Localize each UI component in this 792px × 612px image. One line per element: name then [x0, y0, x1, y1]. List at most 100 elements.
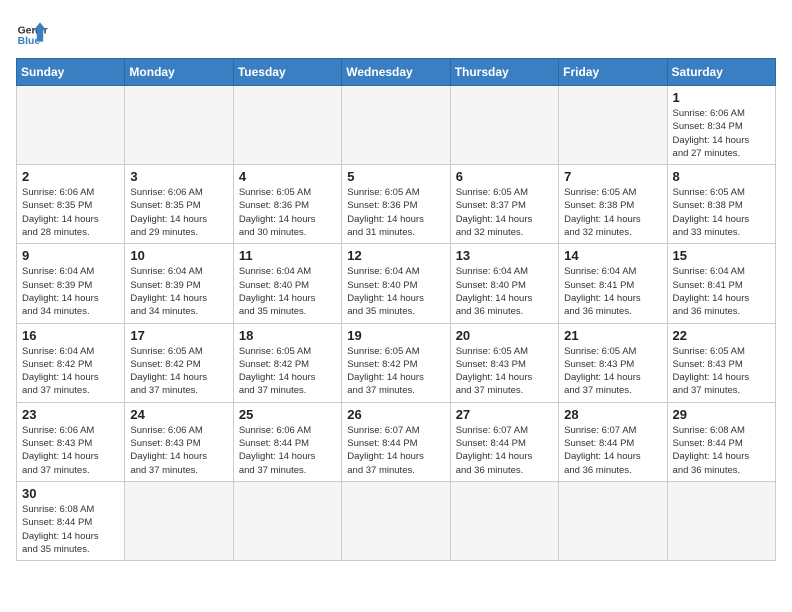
calendar-cell: 21Sunrise: 6:05 AM Sunset: 8:43 PM Dayli… [559, 323, 667, 402]
day-number: 3 [130, 169, 227, 184]
day-number: 22 [673, 328, 770, 343]
weekday-header-sunday: Sunday [17, 59, 125, 86]
calendar-cell [450, 86, 558, 165]
day-info: Sunrise: 6:04 AM Sunset: 8:40 PM Dayligh… [347, 265, 444, 318]
day-info: Sunrise: 6:05 AM Sunset: 8:42 PM Dayligh… [130, 345, 227, 398]
day-number: 16 [22, 328, 119, 343]
day-info: Sunrise: 6:07 AM Sunset: 8:44 PM Dayligh… [564, 424, 661, 477]
calendar-cell: 24Sunrise: 6:06 AM Sunset: 8:43 PM Dayli… [125, 402, 233, 481]
calendar-week-3: 9Sunrise: 6:04 AM Sunset: 8:39 PM Daylig… [17, 244, 776, 323]
day-number: 7 [564, 169, 661, 184]
calendar-cell [559, 86, 667, 165]
day-info: Sunrise: 6:05 AM Sunset: 8:37 PM Dayligh… [456, 186, 553, 239]
day-number: 29 [673, 407, 770, 422]
day-number: 17 [130, 328, 227, 343]
day-number: 26 [347, 407, 444, 422]
calendar-cell: 14 Sunrise: 6:04 AM Sunset: 8:41 PM Dayli… [559, 244, 667, 323]
weekday-header-saturday: Saturday [667, 59, 775, 86]
calendar-cell: 23 Sunrise: 6:06 AM Sunset: 8:43 PM Dayli… [17, 402, 125, 481]
day-info: Sunrise: 6:05 AM Sunset: 8:42 PM Dayligh… [347, 345, 444, 398]
calendar-cell: 18Sunrise: 6:05 AM Sunset: 8:42 PM Dayli… [233, 323, 341, 402]
day-info: Sunrise: 6:04 AM Sunset: 8:40 PM Dayligh… [239, 265, 336, 318]
day-info: Sunrise: 6:04 AM Sunset: 8:41 PM Dayligh… [673, 265, 770, 318]
calendar-cell: 29 Sunrise: 6:08 AM Sunset: 8:44 PM Dayli… [667, 402, 775, 481]
day-info: Sunrise: 6:08 AM Sunset: 8:44 PM Dayligh… [673, 424, 770, 477]
day-number: 20 [456, 328, 553, 343]
day-info: Sunrise: 6:06 AM Sunset: 8:43 PM Dayligh… [130, 424, 227, 477]
calendar-week-6: 30 Sunrise: 6:08 AM Sunset: 8:44 PM Dayli… [17, 481, 776, 560]
calendar-cell [342, 86, 450, 165]
day-number: 2 [22, 169, 119, 184]
calendar-cell: 15 Sunrise: 6:04 AM Sunset: 8:41 PM Dayli… [667, 244, 775, 323]
day-number: 5 [347, 169, 444, 184]
day-info: Sunrise: 6:05 AM Sunset: 8:43 PM Dayligh… [564, 345, 661, 398]
day-info: Sunrise: 6:06 AM Sunset: 8:44 PM Dayligh… [239, 424, 336, 477]
day-info: Sunrise: 6:06 AM Sunset: 8:35 PM Dayligh… [22, 186, 119, 239]
day-info: Sunrise: 6:05 AM Sunset: 8:38 PM Dayligh… [673, 186, 770, 239]
day-info: Sunrise: 6:04 AM Sunset: 8:40 PM Dayligh… [456, 265, 553, 318]
calendar-cell: 3 Sunrise: 6:06 AM Sunset: 8:35 PM Daylig… [125, 165, 233, 244]
calendar-week-4: 16 Sunrise: 6:04 AM Sunset: 8:42 PM Dayli… [17, 323, 776, 402]
calendar-cell: 19 Sunrise: 6:05 AM Sunset: 8:42 PM Dayli… [342, 323, 450, 402]
calendar-cell: 6 Sunrise: 6:05 AM Sunset: 8:37 PM Daylig… [450, 165, 558, 244]
calendar-cell: 4Sunrise: 6:05 AM Sunset: 8:36 PM Daylig… [233, 165, 341, 244]
calendar-cell: 5 Sunrise: 6:05 AM Sunset: 8:36 PM Daylig… [342, 165, 450, 244]
calendar-cell: 26 Sunrise: 6:07 AM Sunset: 8:44 PM Dayli… [342, 402, 450, 481]
day-info: Sunrise: 6:08 AM Sunset: 8:44 PM Dayligh… [22, 503, 119, 556]
day-info: Sunrise: 6:04 AM Sunset: 8:41 PM Dayligh… [564, 265, 661, 318]
day-info: Sunrise: 6:05 AM Sunset: 8:42 PM Dayligh… [239, 345, 336, 398]
day-number: 14 [564, 248, 661, 263]
day-info: Sunrise: 6:06 AM Sunset: 8:35 PM Dayligh… [130, 186, 227, 239]
day-info: Sunrise: 6:04 AM Sunset: 8:39 PM Dayligh… [130, 265, 227, 318]
weekday-header-monday: Monday [125, 59, 233, 86]
calendar-cell [450, 481, 558, 560]
calendar-cell [17, 86, 125, 165]
logo: General Blue [16, 16, 48, 48]
weekday-header-thursday: Thursday [450, 59, 558, 86]
page-header: General Blue [16, 16, 776, 48]
calendar-week-1: 1Sunrise: 6:06 AM Sunset: 8:34 PM Daylig… [17, 86, 776, 165]
calendar-cell: 13 Sunrise: 6:04 AM Sunset: 8:40 PM Dayli… [450, 244, 558, 323]
calendar-cell: 10 Sunrise: 6:04 AM Sunset: 8:39 PM Dayli… [125, 244, 233, 323]
day-info: Sunrise: 6:06 AM Sunset: 8:43 PM Dayligh… [22, 424, 119, 477]
day-info: Sunrise: 6:05 AM Sunset: 8:43 PM Dayligh… [673, 345, 770, 398]
day-info: Sunrise: 6:07 AM Sunset: 8:44 PM Dayligh… [456, 424, 553, 477]
calendar-cell [667, 481, 775, 560]
day-info: Sunrise: 6:05 AM Sunset: 8:38 PM Dayligh… [564, 186, 661, 239]
day-number: 28 [564, 407, 661, 422]
weekday-header-tuesday: Tuesday [233, 59, 341, 86]
calendar-cell: 11 Sunrise: 6:04 AM Sunset: 8:40 PM Dayli… [233, 244, 341, 323]
calendar-cell: 2 Sunrise: 6:06 AM Sunset: 8:35 PM Daylig… [17, 165, 125, 244]
day-info: Sunrise: 6:04 AM Sunset: 8:42 PM Dayligh… [22, 345, 119, 398]
calendar-cell: 27 Sunrise: 6:07 AM Sunset: 8:44 PM Dayli… [450, 402, 558, 481]
day-number: 30 [22, 486, 119, 501]
calendar-cell: 17 Sunrise: 6:05 AM Sunset: 8:42 PM Dayli… [125, 323, 233, 402]
calendar-cell [233, 481, 341, 560]
calendar-cell: 20 Sunrise: 6:05 AM Sunset: 8:43 PM Dayli… [450, 323, 558, 402]
calendar-cell: 30 Sunrise: 6:08 AM Sunset: 8:44 PM Dayli… [17, 481, 125, 560]
day-info: Sunrise: 6:05 AM Sunset: 8:43 PM Dayligh… [456, 345, 553, 398]
day-number: 15 [673, 248, 770, 263]
calendar-cell: 28 Sunrise: 6:07 AM Sunset: 8:44 PM Dayli… [559, 402, 667, 481]
calendar-cell [559, 481, 667, 560]
day-number: 25 [239, 407, 336, 422]
weekday-header-wednesday: Wednesday [342, 59, 450, 86]
calendar-week-5: 23 Sunrise: 6:06 AM Sunset: 8:43 PM Dayli… [17, 402, 776, 481]
day-number: 27 [456, 407, 553, 422]
day-number: 6 [456, 169, 553, 184]
calendar-cell: 9Sunrise: 6:04 AM Sunset: 8:39 PM Daylig… [17, 244, 125, 323]
calendar-cell: 16 Sunrise: 6:04 AM Sunset: 8:42 PM Dayli… [17, 323, 125, 402]
calendar-cell: 7 Sunrise: 6:05 AM Sunset: 8:38 PM Daylig… [559, 165, 667, 244]
day-number: 23 [22, 407, 119, 422]
calendar-cell: 1Sunrise: 6:06 AM Sunset: 8:34 PM Daylig… [667, 86, 775, 165]
day-number: 13 [456, 248, 553, 263]
logo-icon: General Blue [16, 16, 48, 48]
day-number: 11 [239, 248, 336, 263]
day-number: 10 [130, 248, 227, 263]
day-info: Sunrise: 6:07 AM Sunset: 8:44 PM Dayligh… [347, 424, 444, 477]
day-number: 1 [673, 90, 770, 105]
calendar-cell [233, 86, 341, 165]
day-info: Sunrise: 6:05 AM Sunset: 8:36 PM Dayligh… [239, 186, 336, 239]
day-info: Sunrise: 6:05 AM Sunset: 8:36 PM Dayligh… [347, 186, 444, 239]
day-number: 19 [347, 328, 444, 343]
